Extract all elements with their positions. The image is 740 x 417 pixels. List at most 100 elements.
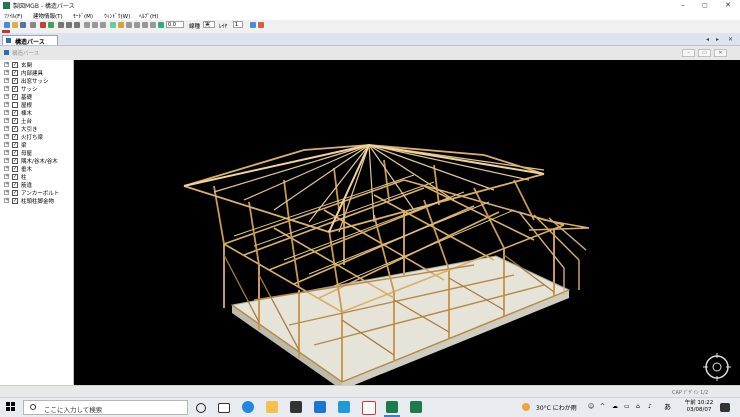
edge-icon[interactable] [242,401,254,413]
taskbar-search-box[interactable]: ここに入力して検索 [23,400,188,415]
tree-item[interactable]: + ✓ 棟木 [0,109,73,117]
mgb-app-icon[interactable] [386,401,398,413]
weather-icon[interactable] [522,403,530,411]
checkbox[interactable]: ✓ [12,134,18,140]
checkbox[interactable]: ✓ [12,94,18,100]
pane-close-button[interactable]: ✕ [714,49,727,57]
expand-icon[interactable]: + [4,62,9,67]
cortana-icon[interactable] [196,403,206,413]
tab-scroll-left-icon[interactable]: ◂ [706,36,709,43]
checkbox[interactable]: ✓ [12,126,18,132]
close-button[interactable]: ✕ [720,0,736,11]
expand-icon[interactable]: + [4,150,9,155]
checkbox[interactable]: ✓ [12,110,18,116]
select-icon[interactable] [126,22,132,28]
tree-item[interactable]: + ✓ 母屋 [0,149,73,157]
checkbox[interactable]: ✓ [12,174,18,180]
tree-item[interactable]: + ✓ 玄関 [0,61,73,69]
tree-item[interactable]: + ✓ 出窓サッシ [0,77,73,85]
checkbox[interactable]: ✓ [12,78,18,84]
pane-restore-button[interactable]: ▭ [698,49,711,57]
expand-icon[interactable]: + [4,134,9,139]
line-type-select[interactable]: 実 [203,21,215,28]
file-explorer-icon[interactable] [266,401,278,413]
menu-mode[interactable]: ﾓｰﾄﾞ(M) [73,12,93,20]
tree-item[interactable]: + ✓ 基礎 [0,93,73,101]
checkbox[interactable]: ✓ [12,142,18,148]
expand-icon[interactable]: + [4,94,9,99]
expand-icon[interactable]: + [4,118,9,123]
pan-icon[interactable] [150,22,156,28]
mail-icon[interactable] [314,401,326,413]
tree-item[interactable]: + ✓ 筋違 [0,181,73,189]
copy-icon[interactable] [66,22,72,28]
measure-icon[interactable] [100,22,106,28]
3d-viewport[interactable] [74,60,740,390]
cut-icon[interactable] [58,22,64,28]
expand-icon[interactable]: + [4,142,9,147]
render-icon[interactable] [250,22,256,28]
paste-icon[interactable] [74,22,80,28]
checkbox[interactable] [12,102,18,108]
expand-icon[interactable]: + [4,182,9,187]
zoom-icon[interactable] [158,22,164,28]
expand-icon[interactable]: + [4,110,9,115]
menu-help[interactable]: ﾍﾙﾌﾟ(H) [139,12,158,20]
expand-icon[interactable]: + [4,166,9,171]
tab-close-icon[interactable]: ✕ [728,36,733,43]
checkbox[interactable]: ✓ [12,158,18,164]
zoom-field[interactable]: 0.0 [166,21,184,28]
view-cube-compass[interactable] [703,353,731,381]
checkbox[interactable]: ✓ [12,150,18,156]
expand-icon[interactable]: + [4,70,9,75]
checkbox[interactable]: ✓ [12,182,18,188]
chevron-up-icon[interactable]: ^ [600,403,605,410]
tree-item[interactable]: + ✓ 隅木/谷木/谷木 [0,157,73,165]
checkbox[interactable]: ✓ [12,166,18,172]
tree-item[interactable]: + ✓ 梁 [0,141,73,149]
tree-item[interactable]: + ✓ 柱頭柱脚金物 [0,197,73,205]
checkbox[interactable]: ✓ [12,190,18,196]
volume-icon[interactable]: ♪ [648,403,652,410]
people-icon[interactable]: ☺ [588,403,594,410]
new-icon[interactable] [4,22,10,28]
view-icon[interactable] [110,22,116,28]
tree-item[interactable]: + ✓ 柱 [0,173,73,181]
rotate-icon[interactable] [134,22,140,28]
redo-icon[interactable] [48,22,54,28]
expand-icon[interactable]: + [4,198,9,203]
tab-structure-perspective[interactable]: 構造パース [2,35,58,46]
tree-item[interactable]: + ✓ 内部建具 [0,69,73,77]
expand-icon[interactable]: + [4,86,9,91]
save-icon[interactable] [20,22,26,28]
snap-icon[interactable] [92,22,98,28]
tree-item[interactable]: + ✓ アンカーボルト [0,189,73,197]
app-red-icon[interactable] [362,401,376,415]
checkbox[interactable]: ✓ [12,70,18,76]
tree-item[interactable]: + ✓ 垂木 [0,165,73,173]
tab-scroll-right-icon[interactable]: ▸ [716,36,719,43]
store-icon[interactable] [290,401,302,413]
expand-icon[interactable]: + [4,102,9,107]
minimize-button[interactable]: – [675,0,691,11]
clock[interactable]: 午前 10:22 03/08/07 [683,400,715,414]
open-icon[interactable] [12,22,18,28]
tree-item[interactable]: + ✓ 土台 [0,117,73,125]
app-l-icon[interactable] [338,401,350,413]
onedrive-icon[interactable]: ☁ [612,403,618,410]
tree-item[interactable]: + ✓ 大引き [0,125,73,133]
layer-select[interactable]: 1 [233,21,243,28]
menu-building-info[interactable]: 建物情報(T) [33,12,63,20]
notification-icon[interactable] [720,403,730,412]
network-icon[interactable]: ⌂ [636,403,640,410]
checkbox[interactable]: ✓ [12,198,18,204]
start-button[interactable] [6,402,16,412]
mgb-app-icon-2[interactable] [410,401,422,413]
checkbox[interactable]: ✓ [12,62,18,68]
menu-file[interactable]: ﾌｧｲﾙ(F) [4,12,22,20]
tree-item[interactable]: + 屋根 [0,101,73,109]
print-icon[interactable] [30,22,36,28]
expand-icon[interactable]: + [4,174,9,179]
move-icon[interactable] [142,22,148,28]
weather-text[interactable]: 30°C にわか雨 [536,403,577,412]
